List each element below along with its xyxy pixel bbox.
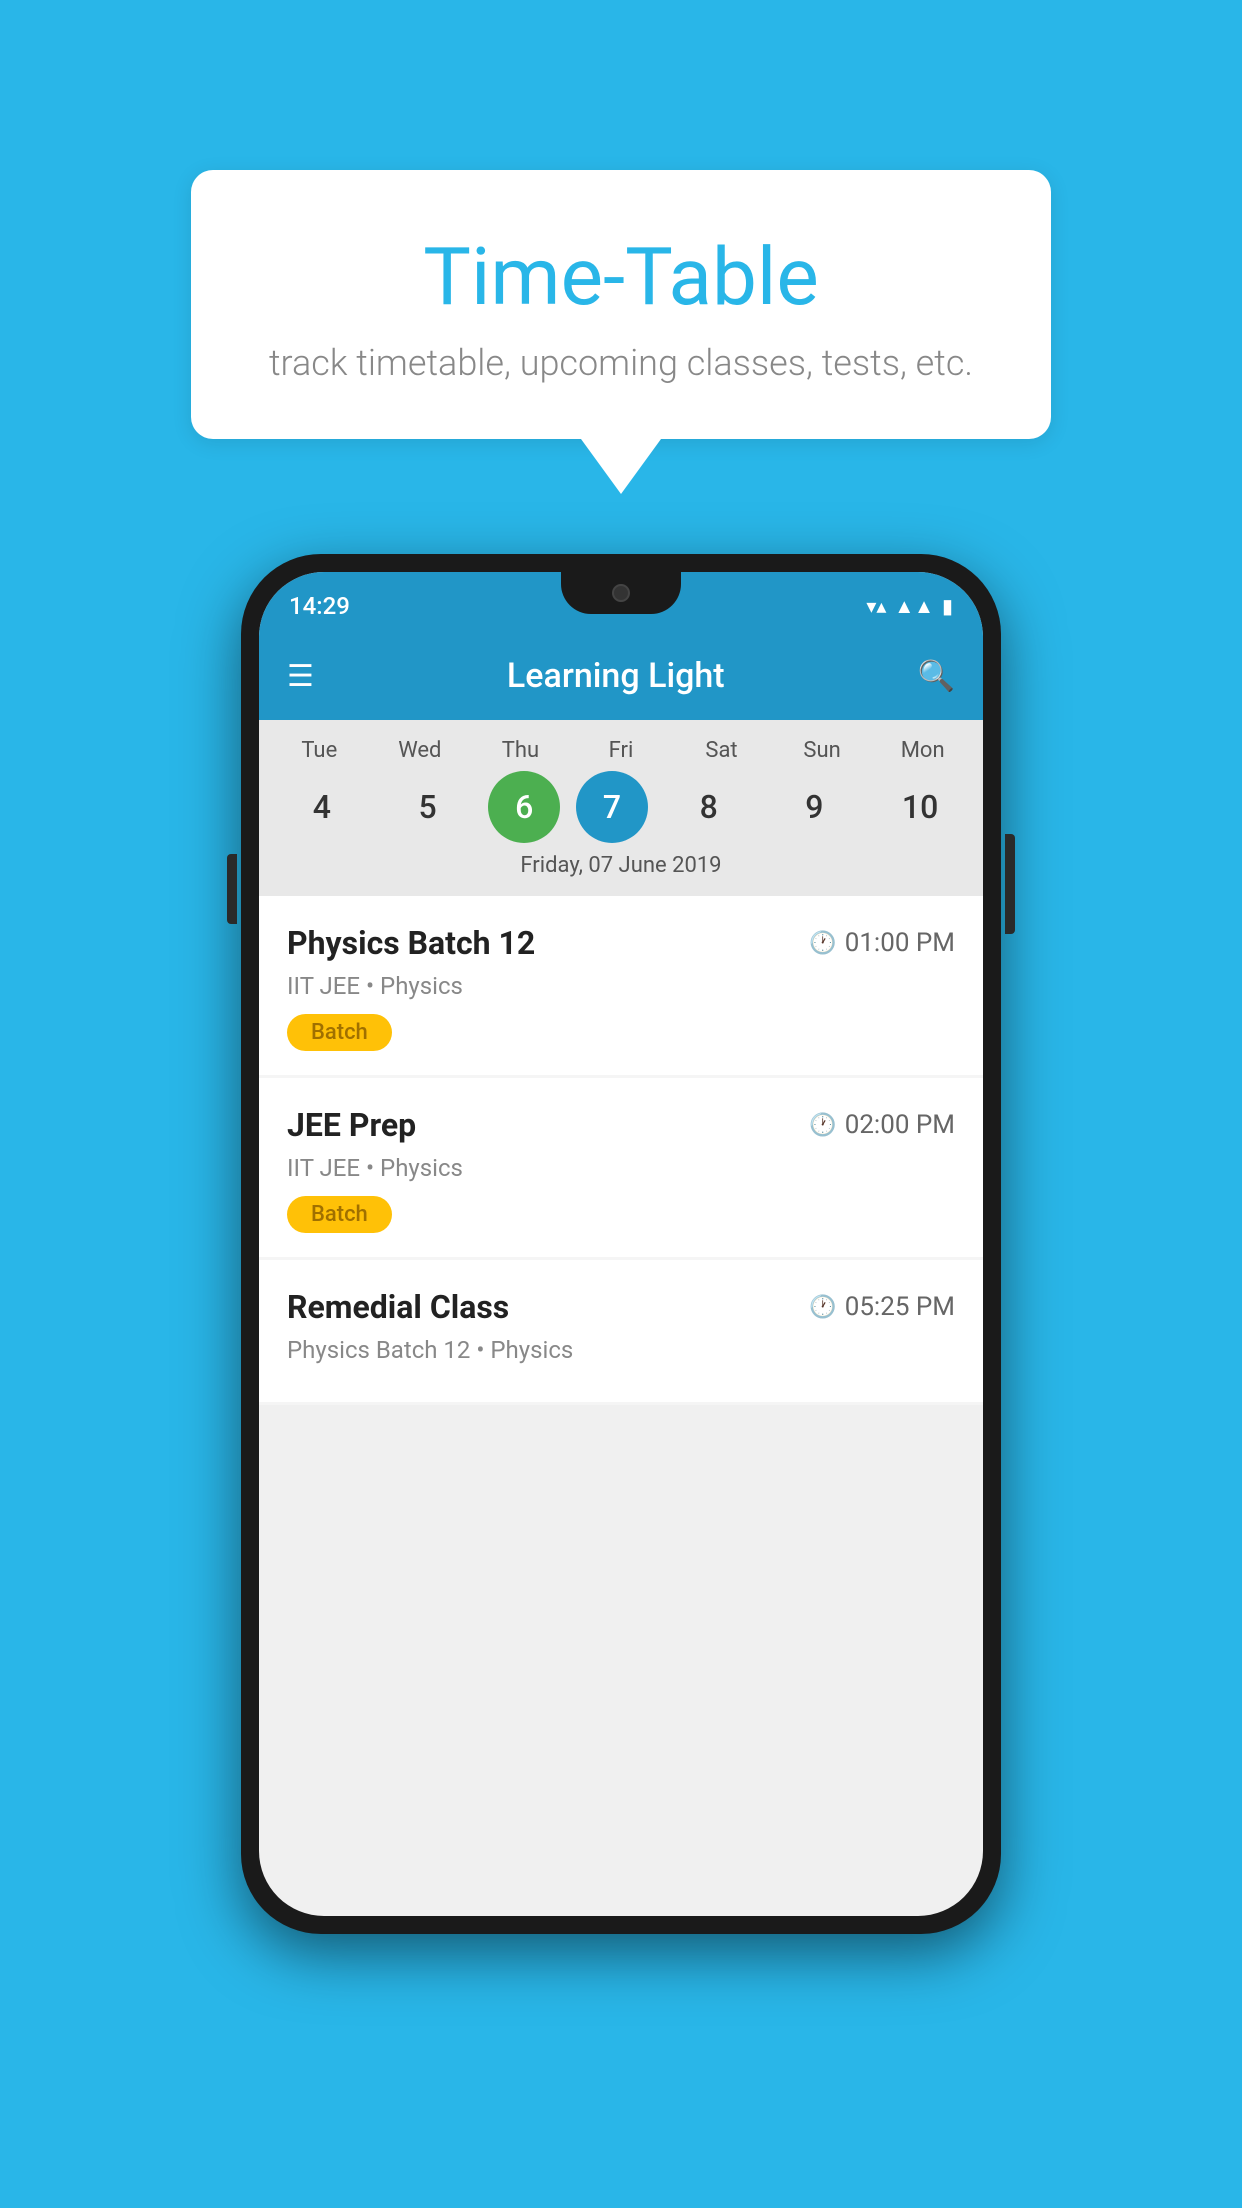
class-time-1: 🕐 02:00 PM — [809, 1110, 955, 1140]
signal-icon: ▲▲ — [894, 594, 934, 619]
class-title-1: JEE Prep — [287, 1106, 416, 1144]
classes-list: Physics Batch 12 🕐 01:00 PM IIT JEE • Phys… — [259, 896, 983, 1916]
class-subtitle-0: IIT JEE • Physics — [287, 972, 955, 1000]
bubble-title: Time-Table — [241, 230, 1001, 324]
class-card-0[interactable]: Physics Batch 12 🕐 01:00 PM IIT JEE • Phys… — [259, 896, 983, 1075]
speech-bubble-arrow — [581, 439, 661, 494]
day-name-sat: Sat — [677, 738, 767, 763]
class-card-header-0: Physics Batch 12 🕐 01:00 PM — [287, 924, 955, 962]
phone-outer: 14:29 ▾▴ ▲▲ ▮ ☰ Learning Light 🔍 TueWedT… — [241, 554, 1001, 1934]
phone-notch — [561, 572, 681, 614]
notch-camera — [612, 584, 630, 602]
hamburger-icon[interactable]: ☰ — [287, 659, 314, 694]
day-name-mon: Mon — [878, 738, 968, 763]
days-numbers[interactable]: 45678910 — [269, 771, 973, 843]
day-name-fri: Fri — [576, 738, 666, 763]
day-num-4[interactable]: 4 — [277, 771, 367, 843]
class-subtitle-2: Physics Batch 12 • Physics — [287, 1336, 955, 1364]
wifi-icon: ▾▴ — [866, 594, 886, 618]
day-num-10[interactable]: 10 — [875, 771, 965, 843]
class-card-1[interactable]: JEE Prep 🕐 02:00 PM IIT JEE • Physics Batch — [259, 1078, 983, 1257]
class-time-0: 🕐 01:00 PM — [809, 928, 955, 958]
class-time-2: 🕐 05:25 PM — [809, 1292, 955, 1322]
phone-inner: 14:29 ▾▴ ▲▲ ▮ ☰ Learning Light 🔍 TueWedT… — [259, 572, 983, 1916]
clock-icon: 🕐 — [809, 1295, 836, 1320]
speech-bubble-container: Time-Table track timetable, upcoming cla… — [191, 170, 1051, 494]
day-num-7[interactable]: 7 — [576, 771, 648, 843]
day-name-tue: Tue — [274, 738, 364, 763]
day-num-6[interactable]: 6 — [488, 771, 560, 843]
app-bar: ☰ Learning Light 🔍 — [259, 632, 983, 720]
speech-bubble: Time-Table track timetable, upcoming cla… — [191, 170, 1051, 439]
day-num-8[interactable]: 8 — [664, 771, 754, 843]
class-card-header-1: JEE Prep 🕐 02:00 PM — [287, 1106, 955, 1144]
app-bar-title: Learning Light — [507, 656, 725, 696]
phone-container: 14:29 ▾▴ ▲▲ ▮ ☰ Learning Light 🔍 TueWedT… — [241, 554, 1001, 1934]
class-title-0: Physics Batch 12 — [287, 924, 535, 962]
day-num-9[interactable]: 9 — [769, 771, 859, 843]
class-card-header-2: Remedial Class 🕐 05:25 PM — [287, 1288, 955, 1326]
phone-content: 14:29 ▾▴ ▲▲ ▮ ☰ Learning Light 🔍 TueWedT… — [259, 572, 983, 1916]
selected-date-label: Friday, 07 June 2019 — [269, 853, 973, 882]
class-card-2[interactable]: Remedial Class 🕐 05:25 PM Physics Batch 12… — [259, 1260, 983, 1402]
classes-container: Physics Batch 12 🕐 01:00 PM IIT JEE • Phys… — [259, 896, 983, 1405]
class-title-2: Remedial Class — [287, 1288, 509, 1326]
batch-badge-1: Batch — [287, 1196, 392, 1233]
batch-badge-0: Batch — [287, 1014, 392, 1051]
calendar-strip: Tue Wed Thu Fri Sat Sun Mon 45678910 Friday, 0… — [259, 720, 983, 896]
day-num-5[interactable]: 5 — [383, 771, 473, 843]
class-subtitle-1: IIT JEE • Physics — [287, 1154, 955, 1182]
clock-icon: 🕐 — [809, 931, 836, 956]
clock-icon: 🕐 — [809, 1113, 836, 1138]
days-header: Tue Wed Thu Fri Sat Sun Mon — [269, 738, 973, 763]
battery-icon: ▮ — [942, 594, 953, 618]
bubble-subtitle: track timetable, upcoming classes, tests… — [241, 342, 1001, 384]
day-name-wed: Wed — [375, 738, 465, 763]
search-icon[interactable]: 🔍 — [918, 659, 955, 694]
day-name-thu: Thu — [475, 738, 565, 763]
status-time: 14:29 — [289, 592, 350, 620]
status-icons: ▾▴ ▲▲ ▮ — [866, 594, 953, 619]
day-name-sun: Sun — [777, 738, 867, 763]
